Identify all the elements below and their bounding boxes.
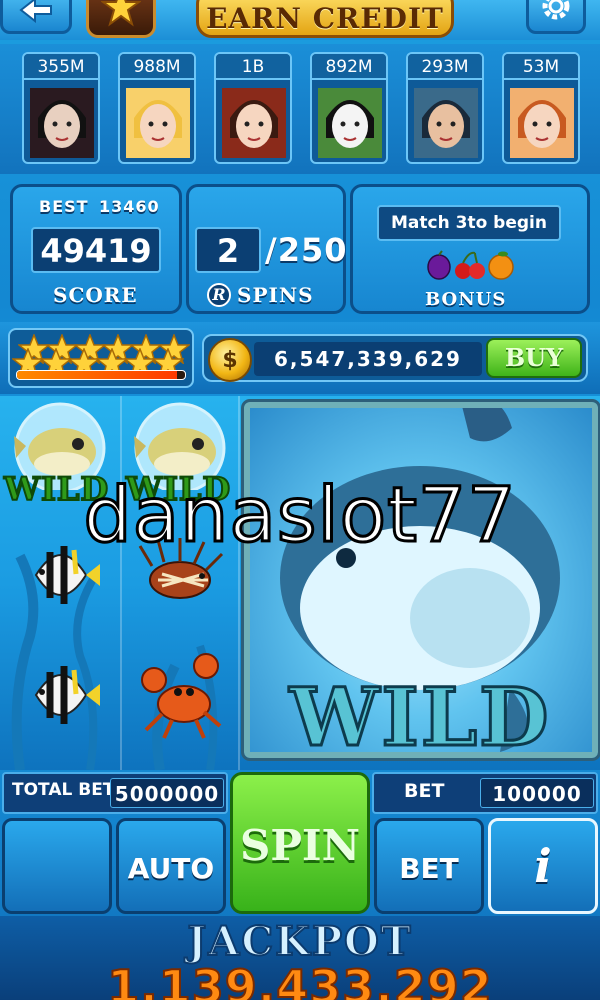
player-leaderboard: 355M 988M 1B 892M 293M 53M — [0, 44, 600, 174]
credit-box: $ 6,547,339,629 BUY — [202, 334, 588, 382]
slot-reels: WILD WILD WILD — [0, 396, 600, 770]
watermark-text: danaslot77 — [82, 469, 517, 561]
player-card[interactable]: 1B — [214, 52, 292, 164]
spin-button[interactable]: SPIN — [230, 772, 370, 914]
xp-bar — [16, 370, 186, 380]
player-amount: 892M — [312, 54, 386, 80]
bet-button[interactable]: BET — [374, 818, 484, 914]
bonus-match-text: Match 3to begin — [377, 205, 561, 241]
player-card[interactable]: 892M — [310, 52, 388, 164]
level-stars[interactable] — [8, 328, 194, 388]
blonde-woman-avatar — [126, 88, 190, 158]
big-wild-label: WILD — [288, 669, 551, 766]
player-amount: 53M — [504, 54, 578, 80]
earn-credit-button[interactable]: EARN CREDIT — [196, 0, 454, 38]
credit-value: 6,547,339,629 — [254, 342, 482, 376]
big-wild-symbol: WILD — [241, 399, 600, 766]
total-bet-value: 5000000 — [110, 778, 224, 808]
total-bet-strip: TOTAL BET 5000000 — [2, 772, 228, 814]
gear-icon — [539, 0, 573, 27]
cap-boy-avatar — [414, 88, 478, 158]
bonus-fruits — [425, 249, 515, 281]
redhead-woman-avatar — [510, 88, 574, 158]
score-label: SCORE — [53, 283, 138, 307]
back-button[interactable] — [0, 0, 72, 34]
xp-bar-fill — [17, 371, 177, 379]
player-amount: 1B — [216, 54, 290, 80]
bet-value: 100000 — [480, 778, 594, 808]
spins-label: SPINS — [237, 283, 314, 307]
angelfish-symbol — [16, 650, 106, 740]
player-card[interactable]: 988M — [118, 52, 196, 164]
princess-avatar — [222, 88, 286, 158]
total-bet-label: TOTAL BET — [12, 780, 115, 800]
player-amount: 293M — [408, 54, 482, 80]
jackpot-value: 1,139,433,292 — [106, 959, 493, 1000]
jackpot-banner: JACKPOT 1,139,433,292 — [0, 916, 600, 1000]
rank-badge[interactable] — [86, 0, 156, 38]
panda-avatar — [318, 88, 382, 158]
back-arrow-icon — [19, 0, 53, 27]
spins-current: 2 — [195, 227, 261, 273]
crab-symbol — [132, 650, 228, 740]
auto-button[interactable]: AUTO — [116, 818, 226, 914]
player-card[interactable]: 53M — [502, 52, 580, 164]
jackpot-title: JACKPOT — [186, 917, 413, 966]
player-amount: 988M — [120, 54, 194, 80]
spins-panel: 2 /250 R SPINS — [186, 184, 346, 314]
star-badge-icon — [99, 0, 143, 31]
bet-label: BET — [404, 780, 445, 802]
credit-row: $ 6,547,339,629 BUY — [0, 322, 600, 394]
player-amount: 355M — [24, 54, 98, 80]
score-value: 49419 — [31, 227, 161, 273]
best-value: 13460 — [99, 197, 160, 216]
top-bar: EARN CREDIT — [0, 0, 600, 40]
plum-icon — [427, 250, 451, 280]
slot-game-screen: EARN CREDIT 355M 988M 1B 892M 293M 53M BEST 1… — [0, 0, 600, 1000]
bonus-panel[interactable]: Match 3to begin BONUS — [350, 184, 590, 314]
settings-button[interactable] — [526, 0, 586, 34]
empty-control-button[interactable] — [2, 818, 112, 914]
player-card[interactable]: 293M — [406, 52, 484, 164]
vampire-avatar — [30, 88, 94, 158]
best-label: BEST — [39, 197, 89, 216]
coin-icon: $ — [208, 338, 252, 382]
score-panel: BEST 13460 49419 SCORE — [10, 184, 182, 314]
player-card[interactable]: 355M — [22, 52, 100, 164]
cherry-icon — [455, 251, 485, 279]
orange-icon — [488, 251, 514, 280]
buy-button[interactable]: BUY — [486, 338, 582, 378]
bonus-label: BONUS — [425, 289, 507, 310]
info-button[interactable]: i — [488, 818, 598, 914]
bet-strip: BET 100000 — [372, 772, 598, 814]
r-logo-icon: R — [207, 283, 231, 307]
spins-total: /250 — [265, 231, 348, 269]
